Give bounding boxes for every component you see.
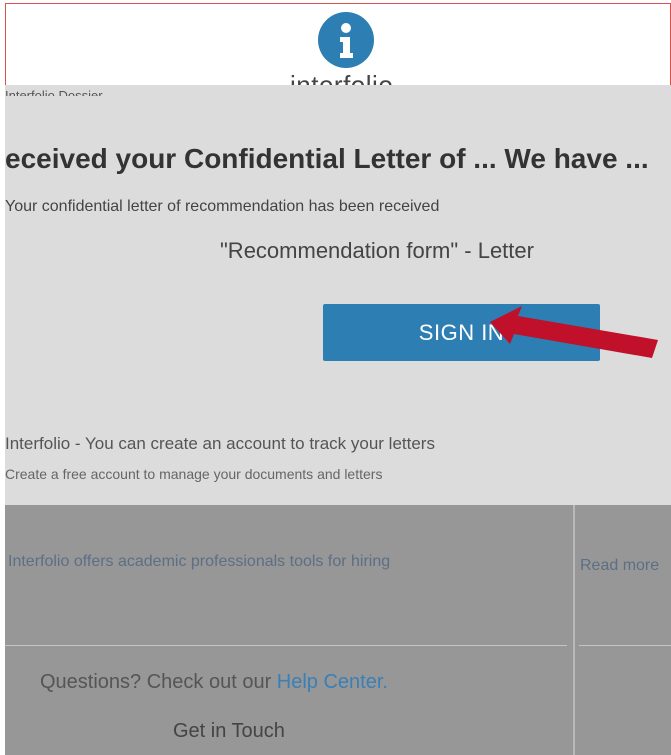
help-center-link[interactable]: Help Center. xyxy=(277,671,388,693)
sub-message: Your confidential letter of recommendati… xyxy=(5,198,440,215)
interfolio-logo[interactable] xyxy=(318,12,374,68)
footer-divider xyxy=(579,645,671,646)
page-title: eceived your Confidential Letter of ... … xyxy=(5,143,649,174)
footer-divider xyxy=(5,645,567,646)
questions-prefix: Questions? Check out our xyxy=(40,671,277,693)
footer-left-text: Interfolio offers academic professionals… xyxy=(8,553,391,570)
info-line: Interfolio - You can create an account t… xyxy=(5,434,435,453)
get-in-touch-link[interactable]: Get in Touch xyxy=(173,720,285,743)
footer-divider xyxy=(573,505,575,755)
header-text: Interfolio Dossier xyxy=(5,88,103,96)
form-name: "Recommendation form" - Letter xyxy=(220,238,534,263)
red-arrow-annotation xyxy=(490,306,658,358)
info-icon xyxy=(340,23,353,58)
info-line-2: Create a free account to manage your doc… xyxy=(5,466,383,482)
questions-line: Questions? Check out our Help Center. xyxy=(40,671,500,694)
footer-right-link[interactable]: Read more xyxy=(580,553,670,605)
footer xyxy=(5,505,671,755)
